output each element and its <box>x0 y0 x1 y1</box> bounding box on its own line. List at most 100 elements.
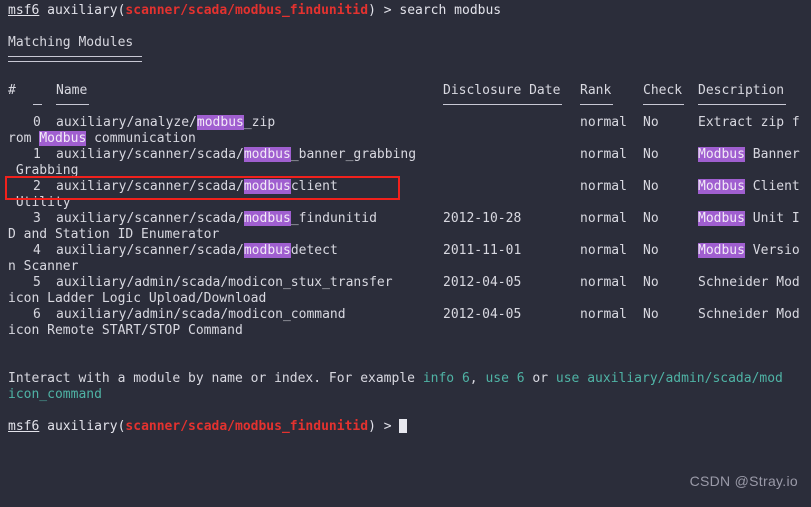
hint-command-use-name-wrap[interactable]: icon_command <box>8 387 102 402</box>
section-heading-underline <box>8 56 142 62</box>
cell-check: No <box>643 275 659 290</box>
rule-name <box>56 104 89 105</box>
cell-desc-prefix: Schneider Mod <box>698 275 800 290</box>
cell-description-wrap: Schneider Mod <box>698 307 800 323</box>
prompt-context-prefix: auxiliary( <box>47 3 126 18</box>
terminal-window[interactable]: msf6 auxiliary(scanner/scada/modbus_find… <box>0 0 811 507</box>
cell-disclosure-date: 2012-04-05 <box>443 307 522 322</box>
hint-text-b: , <box>469 371 486 386</box>
hint-command-use-index[interactable]: use 6 <box>485 371 524 386</box>
table-header-row: # <box>8 83 16 99</box>
cell-name-match: modbus <box>243 211 291 226</box>
cell-description-wrap: Modbus Versio <box>698 243 800 259</box>
cell-description-wrap: Extract zip f <box>698 115 800 131</box>
text-cursor[interactable] <box>399 419 408 433</box>
cell-index: 6 <box>33 307 41 322</box>
cell-description-wrapline: Grabbing <box>8 163 79 179</box>
hint-command-info[interactable]: info 6 <box>423 371 470 386</box>
cell-disclosure-date: 2012-04-05 <box>443 275 522 290</box>
cell-description-wrap: Schneider Mod <box>698 275 800 291</box>
cell-name-suffix: _zip <box>243 115 276 130</box>
prompt-context-module: scanner/scada/modbus_findunitid <box>125 419 369 434</box>
th-rank: Rank <box>580 83 612 98</box>
hint-text-c: or <box>524 371 556 386</box>
cell-check: No <box>643 147 659 162</box>
cell-desc-suffix: Unit I <box>744 211 800 226</box>
th-disclosure-date: Disclosure Date <box>443 83 561 98</box>
cell-name-wrap[interactable]: auxiliary/scanner/scada/modbusclient <box>56 179 338 195</box>
cell-name-wrap[interactable]: auxiliary/admin/scada/modicon_stux_trans… <box>56 275 393 291</box>
cell-desc-match: Modbus <box>698 147 745 162</box>
table-row[interactable]: 5 <box>33 275 41 291</box>
wrap-prefix: icon Remote START/STOP Command <box>8 323 243 338</box>
watermark: CSDN @Stray.io <box>689 473 798 489</box>
wrap-match: Modbus <box>39 131 87 146</box>
section-heading: Matching Modules <box>8 35 134 50</box>
cell-disclosure-date: 2012-10-28 <box>443 211 522 226</box>
th-index: # <box>8 83 16 98</box>
cell-description-wrap: Modbus Banner <box>698 147 800 163</box>
cell-description-wrapline: rom Modbus communication <box>8 131 196 147</box>
rule-check <box>643 104 684 105</box>
table-row[interactable]: 4 <box>33 243 41 259</box>
cell-name-match: modbus <box>243 243 291 258</box>
cell-desc-suffix: Client <box>744 179 800 194</box>
wrap-prefix: n Scanner <box>8 259 79 274</box>
shell-name: msf6 <box>8 3 40 18</box>
table-row[interactable]: 2 <box>33 179 41 195</box>
cell-name-prefix: auxiliary/scanner/scada/ <box>56 243 244 258</box>
wrap-prefix: Grabbing <box>8 163 79 178</box>
cell-rank: normal <box>580 307 627 322</box>
hint-command-use-name[interactable]: use auxiliary/admin/scada/mod <box>556 371 783 386</box>
prompt-context-suffix: ) > <box>368 3 400 18</box>
cell-description-wrapline: D and Station ID Enumerator <box>8 227 219 243</box>
cell-rank: normal <box>580 147 627 162</box>
cell-check: No <box>643 115 659 130</box>
th-description: Description <box>698 83 785 98</box>
cell-name-match: modbus <box>196 115 244 130</box>
cell-desc-prefix: Schneider Mod <box>698 307 800 322</box>
prompt-sep <box>39 3 47 18</box>
cell-name-wrap[interactable]: auxiliary/analyze/modbus_zip <box>56 115 275 131</box>
cell-rank: normal <box>580 243 627 258</box>
rule-index <box>33 104 42 105</box>
cell-name-suffix: _findunitid <box>290 211 377 226</box>
table-row[interactable]: 1 <box>33 147 41 163</box>
th-name: Name <box>56 83 88 98</box>
cell-index: 2 <box>33 179 41 194</box>
cell-name-prefix: auxiliary/scanner/scada/ <box>56 147 244 162</box>
prompt-line-bottom[interactable]: msf6 auxiliary(scanner/scada/modbus_find… <box>8 419 408 435</box>
cell-check: No <box>643 211 659 226</box>
cell-index: 3 <box>33 211 41 226</box>
cell-desc-match: Modbus <box>698 243 745 258</box>
cell-name-wrap[interactable]: auxiliary/admin/scada/modicon_command <box>56 307 346 323</box>
cell-index: 0 <box>33 115 41 130</box>
th-rank-wrap: Rank <box>580 83 611 99</box>
cell-check: No <box>643 179 659 194</box>
table-row[interactable]: 3 <box>33 211 41 227</box>
cell-desc-suffix: Banner <box>744 147 800 162</box>
cell-description-wrapline: icon Ladder Logic Upload/Download <box>8 291 266 307</box>
th-desc-wrap: Description <box>698 83 784 99</box>
table-row[interactable]: 0 <box>33 115 41 131</box>
cell-rank: normal <box>580 179 627 194</box>
rule-description <box>698 104 786 105</box>
wrap-prefix: D and Station ID Enumerator <box>8 227 220 242</box>
th-date-wrap: Disclosure Date <box>443 83 560 99</box>
cell-name-wrap[interactable]: auxiliary/scanner/scada/modbus_banner_gr… <box>56 147 416 163</box>
cell-name-wrap[interactable]: auxiliary/scanner/scada/modbusdetect <box>56 243 338 259</box>
rule-disclosure-date <box>443 104 562 105</box>
cell-name-match: modbus <box>243 147 291 162</box>
th-check: Check <box>643 83 683 98</box>
cell-description-wrapline: n Scanner <box>8 259 78 275</box>
cell-description-wrapline: Utility <box>8 195 71 211</box>
wrap-prefix: icon Ladder Logic Upload/Download <box>8 291 267 306</box>
cell-description-wrap: Modbus Client <box>698 179 800 195</box>
cell-desc-suffix: Extract zip f <box>698 115 800 130</box>
prompt-context-module: scanner/scada/modbus_findunitid <box>125 3 369 18</box>
table-row[interactable]: 6 <box>33 307 41 323</box>
cell-name-wrap[interactable]: auxiliary/scanner/scada/modbus_finduniti… <box>56 211 377 227</box>
cell-name-suffix: detect <box>290 243 338 258</box>
cell-name-prefix: auxiliary/scanner/scada/ <box>56 211 244 226</box>
prompt-context-prefix: auxiliary( <box>47 419 126 434</box>
